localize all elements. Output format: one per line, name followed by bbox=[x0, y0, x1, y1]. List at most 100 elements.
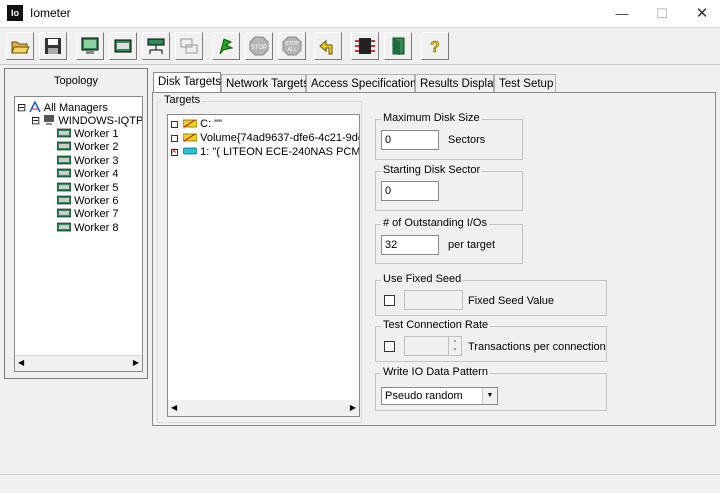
targets-horizontal-scrollbar[interactable]: ◀ ▶ bbox=[168, 400, 359, 416]
write-io-pattern-select[interactable]: Pseudo random ▼ bbox=[381, 387, 498, 405]
tree-node-worker-4[interactable]: Worker 4 bbox=[56, 168, 119, 181]
open-config-button[interactable] bbox=[6, 32, 34, 60]
duplicate-worker-button[interactable] bbox=[175, 32, 203, 60]
spinner[interactable]: ▲ ▼ bbox=[448, 337, 461, 355]
fixed-seed-label: Use Fixed Seed bbox=[381, 273, 464, 285]
scroll-right-icon[interactable]: ▶ bbox=[350, 403, 356, 412]
tree-node-all-managers[interactable]: ⊟ All Managers bbox=[17, 100, 108, 114]
tree-node-label: Worker 2 bbox=[74, 141, 119, 153]
worker-icon bbox=[56, 141, 72, 151]
tree-node-manager[interactable]: ⊟ WINDOWS-IQTPB bbox=[31, 114, 143, 127]
target-item-volume[interactable]: Volume{74ad9637-dfe6-4c21-9dc bbox=[171, 131, 360, 145]
tree-node-worker-2[interactable]: Worker 2 bbox=[56, 141, 119, 154]
tree-node-worker-5[interactable]: Worker 5 bbox=[56, 182, 118, 195]
tree-node-worker-8[interactable]: Worker 8 bbox=[56, 222, 118, 235]
new-disk-worker-button[interactable] bbox=[109, 32, 137, 60]
worker-icon bbox=[56, 222, 72, 232]
reset-arrow-icon bbox=[319, 39, 333, 55]
outstanding-ios-label: # of Outstanding I/Os bbox=[381, 217, 489, 229]
tab-access-specifications[interactable]: Access Specifications bbox=[306, 74, 422, 93]
target-item-physical-1[interactable]: 1: "( LITEON ECE-240NAS PCM030 bbox=[171, 145, 360, 159]
start-tests-button[interactable] bbox=[212, 32, 240, 60]
tree-node-worker-7[interactable]: Worker 7 bbox=[56, 208, 118, 221]
tab-results-display[interactable]: Results Display bbox=[415, 74, 499, 93]
max-disk-size-group: Maximum Disk Size 0 Sectors bbox=[375, 112, 523, 160]
show-results-button[interactable] bbox=[76, 32, 104, 60]
help-icon: ? bbox=[430, 39, 440, 56]
write-io-pattern-selected: Pseudo random bbox=[385, 390, 463, 402]
outstanding-ios-input[interactable]: 32 bbox=[381, 235, 439, 255]
save-config-button[interactable] bbox=[39, 32, 67, 60]
topology-tree[interactable]: ⊟ All Managers ⊟ WINDOWS-IQTPB Worker 1 … bbox=[14, 96, 143, 372]
chevron-down-icon[interactable]: ▼ bbox=[482, 388, 497, 404]
new-network-worker-button[interactable] bbox=[142, 32, 170, 60]
worker-icon bbox=[56, 128, 72, 138]
max-disk-size-input[interactable]: 0 bbox=[381, 130, 439, 150]
green-flag-icon bbox=[219, 38, 234, 55]
scroll-right-icon[interactable]: ▶ bbox=[133, 358, 139, 367]
scroll-left-icon[interactable]: ◀ bbox=[171, 403, 177, 412]
duplicate-icon bbox=[180, 38, 198, 54]
collapse-icon[interactable]: ⊟ bbox=[31, 115, 40, 127]
write-io-pattern-label: Write IO Data Pattern bbox=[381, 366, 490, 378]
fixed-seed-value-label: Fixed Seed Value bbox=[468, 295, 555, 307]
worker-icon bbox=[56, 182, 72, 192]
fixed-seed-value-input[interactable] bbox=[404, 290, 463, 310]
disk-worker-icon bbox=[114, 39, 132, 53]
new-manager-button[interactable] bbox=[351, 32, 379, 60]
target-checkbox-checked[interactable] bbox=[171, 145, 178, 159]
test-connection-rate-label: Test Connection Rate bbox=[381, 319, 491, 331]
tab-test-setup[interactable]: Test Setup bbox=[494, 74, 556, 93]
open-folder-icon bbox=[11, 41, 30, 54]
topology-title: Topology bbox=[53, 75, 99, 87]
worker-icon bbox=[56, 168, 72, 178]
exit-button[interactable] bbox=[384, 32, 412, 60]
targets-label: Targets bbox=[162, 94, 203, 106]
iometer-app-icon: Io bbox=[7, 5, 23, 21]
target-label: Volume{74ad9637-dfe6-4c21-9dc bbox=[200, 132, 360, 144]
tree-node-label: WINDOWS-IQTPB bbox=[58, 115, 143, 127]
targets-list[interactable]: C: "" Volume{74ad9637-dfe6-4c21-9dc 1: "… bbox=[167, 114, 360, 417]
reset-workers-button[interactable] bbox=[314, 32, 342, 60]
tab-disk-targets[interactable]: Disk Targets bbox=[153, 72, 221, 93]
fixed-seed-group: Use Fixed Seed Fixed Seed Value bbox=[375, 273, 607, 316]
spin-up-icon[interactable]: ▲ bbox=[449, 337, 461, 346]
write-io-pattern-group: Write IO Data Pattern Pseudo random ▼ bbox=[375, 366, 607, 411]
logical-drive-icon bbox=[182, 133, 198, 142]
target-label: 1: "( LITEON ECE-240NAS PCM030 bbox=[200, 146, 360, 158]
minimize-button[interactable]: — bbox=[604, 0, 640, 27]
target-checkbox[interactable] bbox=[171, 120, 178, 128]
stop-all-button[interactable]: STOP ALL bbox=[278, 32, 306, 60]
tree-node-label: Worker 1 bbox=[74, 128, 119, 140]
close-button[interactable]: ✕ bbox=[684, 0, 720, 27]
use-fixed-seed-checkbox[interactable] bbox=[384, 295, 395, 306]
target-label: C: "" bbox=[200, 118, 222, 130]
tree-node-label: Worker 4 bbox=[74, 168, 119, 180]
tree-horizontal-scrollbar[interactable]: ◀ ▶ bbox=[15, 355, 142, 371]
stop-sign-text: STOP bbox=[251, 45, 267, 51]
scroll-left-icon[interactable]: ◀ bbox=[18, 358, 24, 367]
maximize-button[interactable]: ☐ bbox=[644, 0, 680, 27]
stop-test-button[interactable]: STOP bbox=[245, 32, 273, 60]
test-connection-rate-group: Test Connection Rate ▲ ▼ Transactions pe… bbox=[375, 319, 607, 362]
tree-node-worker-6[interactable]: Worker 6 bbox=[56, 195, 118, 208]
tree-node-label: All Managers bbox=[43, 102, 108, 114]
tab-network-targets[interactable]: Network Targets bbox=[221, 74, 309, 93]
status-bar bbox=[0, 474, 720, 493]
about-button[interactable]: ? bbox=[421, 32, 449, 60]
starting-sector-label: Starting Disk Sector bbox=[381, 164, 483, 176]
tree-node-worker-3[interactable]: Worker 3 bbox=[56, 155, 119, 168]
tree-node-worker-1[interactable]: Worker 1 bbox=[56, 128, 119, 141]
target-item-c[interactable]: C: "" bbox=[171, 117, 222, 131]
tree-node-label: Worker 3 bbox=[74, 155, 119, 167]
target-checkbox[interactable] bbox=[171, 134, 178, 142]
floppy-disk-icon bbox=[45, 38, 61, 54]
spin-down-icon[interactable]: ▼ bbox=[449, 346, 461, 355]
test-connection-rate-checkbox[interactable] bbox=[384, 341, 395, 352]
starting-sector-input[interactable]: 0 bbox=[381, 181, 439, 201]
stop-all-text-2: ALL bbox=[288, 47, 297, 53]
window-title: Iometer bbox=[30, 6, 71, 20]
starting-sector-group: Starting Disk Sector 0 bbox=[375, 164, 523, 211]
transactions-per-connection-input[interactable]: ▲ ▼ bbox=[404, 336, 462, 356]
collapse-icon[interactable]: ⊟ bbox=[17, 102, 26, 114]
